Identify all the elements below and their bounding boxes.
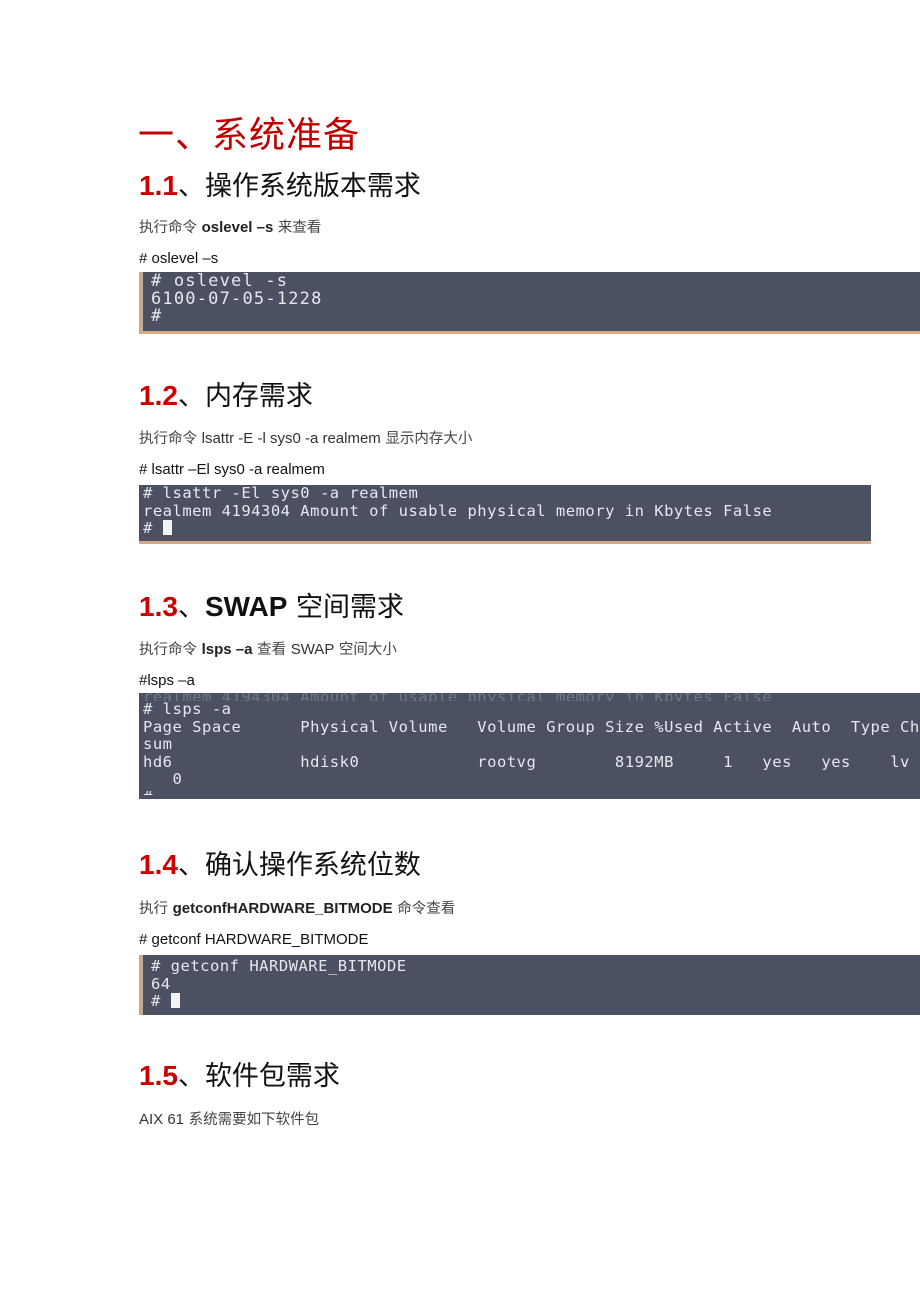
instruction-suffix: 来查看 (273, 220, 322, 236)
terminal-line: sum (143, 735, 173, 753)
instruction-command: lsps –a (201, 641, 253, 658)
section-title: 内存需求 (204, 381, 313, 412)
instruction-suffix-latin: SWAP (290, 641, 335, 658)
section-number: 1.3 (139, 591, 178, 622)
section-heading-1-3: 1.3、SWAP 空间需求 (139, 589, 404, 626)
terminal-screenshot-getconf: # getconf HARDWARE_BITMODE 64 # (139, 955, 920, 1015)
terminal-line: 0 (143, 770, 183, 788)
instruction-prefix: 执行 (139, 901, 173, 917)
instruction-prefix: 执行命令 (139, 642, 202, 658)
section-heading-1-1: 1.1、操作系统版本需求 (139, 168, 421, 205)
terminal-line: hd6 hdisk0 rootvg 8192MB 1 yes yes lv (143, 752, 910, 771)
section-instruction-1-1: 执行命令 oslevel –s 来查看 (139, 218, 321, 238)
section-title-latin: SWAP (204, 591, 288, 622)
terminal-prompt: # (143, 519, 163, 537)
section-separator: 、 (177, 171, 205, 202)
terminal-screenshot-oslevel: # oslevel -s 6100-07-05-1228 # (139, 272, 920, 334)
chapter-heading: 一、系统准备 (138, 115, 361, 156)
section-instruction-1-5: AIX 61 系统需要如下软件包 (139, 1110, 319, 1130)
terminal-line: Page Space Physical Volume Volume Group … (143, 717, 920, 736)
command-line-1-2: # lsattr –El sys0 -a realmem (139, 461, 325, 478)
section-number: 1.2 (139, 380, 178, 411)
command-line-1-4: # getconf HARDWARE_BITMODE (139, 931, 369, 948)
instruction-command: lsattr -E -l sys0 -a realmem (201, 430, 381, 447)
instruction-suffix-cjk: 查看 (252, 642, 291, 658)
command-line-1-3: #lsps –a (139, 672, 195, 689)
terminal-line: # (151, 306, 163, 326)
instruction-prefix: 执行命令 (139, 220, 202, 236)
instruction-suffix: 系统需要如下软件包 (184, 1112, 320, 1128)
section-instruction-1-4: 执行 getconfHARDWARE_BITMODE 命令查看 (139, 899, 455, 919)
section-heading-1-5: 1.5、软件包需求 (139, 1058, 340, 1095)
terminal-line-cut-off: # (139, 789, 920, 795)
terminal-line-cut-off: realmem 4194304 Amount of usable physica… (139, 693, 920, 701)
section-separator: 、 (177, 381, 205, 412)
terminal-line: # (143, 992, 920, 1011)
instruction-command: getconfHARDWARE_BITMODE (172, 900, 393, 917)
terminal-screenshot-lsattr: # lsattr -El sys0 -a realmem realmem 419… (139, 485, 871, 544)
section-number: 1.1 (139, 170, 178, 201)
terminal-line: # (139, 519, 871, 538)
instruction-suffix: 空间大小 (334, 642, 397, 658)
terminal-line: 6100-07-05-1228 (151, 288, 323, 309)
cursor-icon (170, 993, 180, 1008)
terminal-line: 64 (151, 974, 171, 993)
instruction-suffix: 命令查看 (392, 901, 456, 917)
cursor-icon (162, 520, 172, 535)
section-heading-1-2: 1.2、内存需求 (139, 378, 313, 415)
section-title: SWAP 空间需求 (204, 591, 404, 623)
terminal-prompt: # (151, 992, 171, 1010)
terminal-line: # oslevel -s (151, 272, 289, 291)
section-number: 1.5 (139, 1060, 178, 1091)
section-instruction-1-3: 执行命令 lsps –a 查看 SWAP 空间大小 (139, 640, 397, 660)
section-heading-1-4: 1.4、确认操作系统位数 (139, 847, 421, 884)
terminal-line: # getconf HARDWARE_BITMODE (151, 957, 407, 975)
section-title: 操作系统版本需求 (204, 171, 421, 202)
terminal-line: # lsattr -El sys0 -a realmem (143, 485, 419, 502)
section-title: 确认操作系统位数 (204, 850, 421, 881)
instruction-command: oslevel –s (201, 219, 274, 236)
terminal-screenshot-lsps: realmem 4194304 Amount of usable physica… (139, 693, 920, 799)
section-separator: 、 (177, 592, 205, 623)
terminal-line: realmem 4194304 Amount of usable physica… (143, 501, 773, 520)
section-number: 1.4 (139, 849, 178, 880)
section-instruction-1-2: 执行命令 lsattr -E -l sys0 -a realmem 显示内存大小 (139, 429, 472, 449)
section-title: 软件包需求 (204, 1061, 340, 1092)
command-line-1-1: # oslevel –s (139, 250, 219, 267)
instruction-suffix: 显示内存大小 (380, 431, 473, 447)
terminal-line: # lsps -a (143, 700, 232, 718)
instruction-prefix: AIX 61 (139, 1111, 185, 1128)
section-title-cjk: 空间需求 (287, 592, 404, 623)
instruction-prefix: 执行命令 (139, 431, 202, 447)
section-separator: 、 (177, 1061, 205, 1092)
section-separator: 、 (177, 850, 205, 881)
